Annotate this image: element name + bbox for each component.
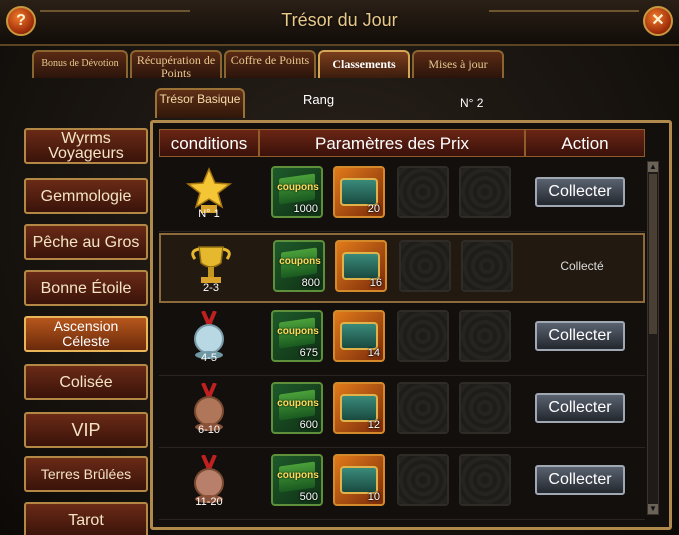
sidebar-item-label: Colisée [59,373,113,391]
header-rewards: Paramètres des Prix [259,129,525,157]
chest-quantity: 20 [367,203,380,215]
collect-button[interactable]: Collecter [535,393,625,423]
empty-slot [397,166,449,218]
sidebar-item-gemmologie[interactable]: Gemmologie [24,178,148,214]
scroll-thumb[interactable] [649,174,657,334]
sidebar-item-label: VIP [71,419,101,440]
empty-slot [459,454,511,506]
coupon-quantity: 500 [299,491,318,503]
treasure-chest-icon [342,252,380,280]
table-row: 6-10 coupons 600 12 Collecter [159,377,645,448]
rewards-panel: conditions Paramètres des Prix Action N°… [150,120,672,530]
chest-slot[interactable]: 12 [333,382,385,434]
scroll-up-icon[interactable]: ▲ [648,162,658,172]
sidebar-item-tarot[interactable]: Tarot [24,502,148,535]
sidebar-item-vip[interactable]: VIP [24,412,148,448]
empty-slot [397,310,449,362]
sidebar-item-ascension-celeste[interactable]: Ascension Céleste [24,316,148,352]
sidebar-item-label: Ascension Céleste [53,318,119,349]
empty-slot [459,310,511,362]
empty-slot [397,382,449,434]
sidebar-item-label: Bonne Étoile [40,279,132,297]
subtab-tresor-basique[interactable]: Trésor Basique [155,88,245,118]
table-row: N° 1 coupons 1000 20 Collecter [159,161,645,232]
reward-rows: N° 1 coupons 1000 20 Collecter 2-3 coupo… [159,161,645,521]
treasure-chest-icon [340,394,378,422]
rank-condition: 6-10 [197,424,221,436]
sidebar-item-label: Gemmologie [40,187,132,205]
empty-slot [461,240,513,292]
table-header: conditions Paramètres des Prix Action [159,129,665,157]
rank-condition: 2-3 [203,282,219,294]
table-row: 11-20 coupons 500 10 Collecter [159,449,645,520]
chest-slot[interactable]: 16 [335,240,387,292]
collect-button[interactable]: Collecter [535,177,625,207]
window-title: Trésor du Jour [281,10,398,30]
coupon-label: coupons [277,470,319,481]
chest-quantity: 10 [367,491,380,503]
window: ? Trésor du Jour ✕ Bonus de Dévotion Réc… [0,0,679,535]
coupon-label: coupons [277,182,319,193]
coupon-quantity: 675 [299,347,318,359]
coupon-label: coupons [279,256,321,267]
empty-slot [399,240,451,292]
chest-quantity: 16 [369,277,382,289]
chest-quantity: 12 [367,419,380,431]
rank-condition: N° 1 [198,208,220,220]
coupon-quantity: 1000 [293,203,318,215]
tab-recuperation-points[interactable]: Récupération de Points [130,50,222,80]
rank-label: Rang [303,92,335,107]
coupon-slot[interactable]: coupons 500 [271,454,323,506]
chest-slot[interactable]: 20 [333,166,385,218]
treasure-chest-icon [340,178,378,206]
table-row: 4-5 coupons 675 14 Collecter [159,305,645,376]
chest-slot[interactable]: 10 [333,454,385,506]
coupon-quantity: 600 [299,419,318,431]
sidebar-item-peche-au-gros[interactable]: Pêche au Gros [24,224,148,260]
sidebar-item-label: Wyrms Voyageurs [48,130,124,162]
rank-condition: 11-20 [195,496,223,508]
empty-slot [397,454,449,506]
collect-button[interactable]: Collecter [535,321,625,351]
sidebar-item-bonne-etoile[interactable]: Bonne Étoile [24,270,148,306]
scroll-down-icon[interactable]: ▼ [648,504,658,514]
chest-quantity: 14 [367,347,380,359]
tab-classements[interactable]: Classements [318,50,410,78]
coupon-label: coupons [277,326,319,337]
treasure-chest-icon [340,322,378,350]
rank-condition: 4-5 [201,352,217,364]
sidebar-item-terres-brulees[interactable]: Terres Brûlées [24,456,148,492]
close-button[interactable]: ✕ [643,6,673,36]
coupon-quantity: 800 [301,277,320,289]
sidebar-item-wyrms-voyageurs[interactable]: Wyrms Voyageurs [24,128,148,164]
header-action: Action [525,129,645,157]
header-conditions: conditions [159,129,259,157]
table-row-current-rank: 2-3 coupons 800 16 Collecté [159,233,645,303]
coupon-slot[interactable]: coupons 675 [271,310,323,362]
sidebar-item-label: Terres Brûlées [40,465,132,482]
coupon-slot[interactable]: coupons 800 [273,240,325,292]
coupon-slot[interactable]: coupons 600 [271,382,323,434]
coupon-label: coupons [277,398,319,409]
treasure-chest-icon [340,466,378,494]
collect-button[interactable]: Collecter [535,465,625,495]
title-bar: ? Trésor du Jour ✕ [0,0,679,46]
rank-value: N° 2 [460,96,484,110]
sidebar-item-label: Pêche au Gros [32,233,140,251]
empty-slot [459,166,511,218]
chest-slot[interactable]: 14 [333,310,385,362]
sidebar-item-colisee[interactable]: Colisée [24,364,148,400]
coupon-slot[interactable]: coupons 1000 [271,166,323,218]
tab-mises-a-jour[interactable]: Mises à jour [412,50,504,78]
title-decoration-right [489,10,639,12]
sidebar-item-label: Tarot [68,511,104,529]
tab-coffre-points[interactable]: Coffre de Points [224,50,316,78]
scrollbar[interactable]: ▲ ▼ [647,161,659,515]
collected-status: Collecté [560,259,604,273]
empty-slot [459,382,511,434]
tab-bonus-devotion[interactable]: Bonus de Dévotion [32,50,128,78]
